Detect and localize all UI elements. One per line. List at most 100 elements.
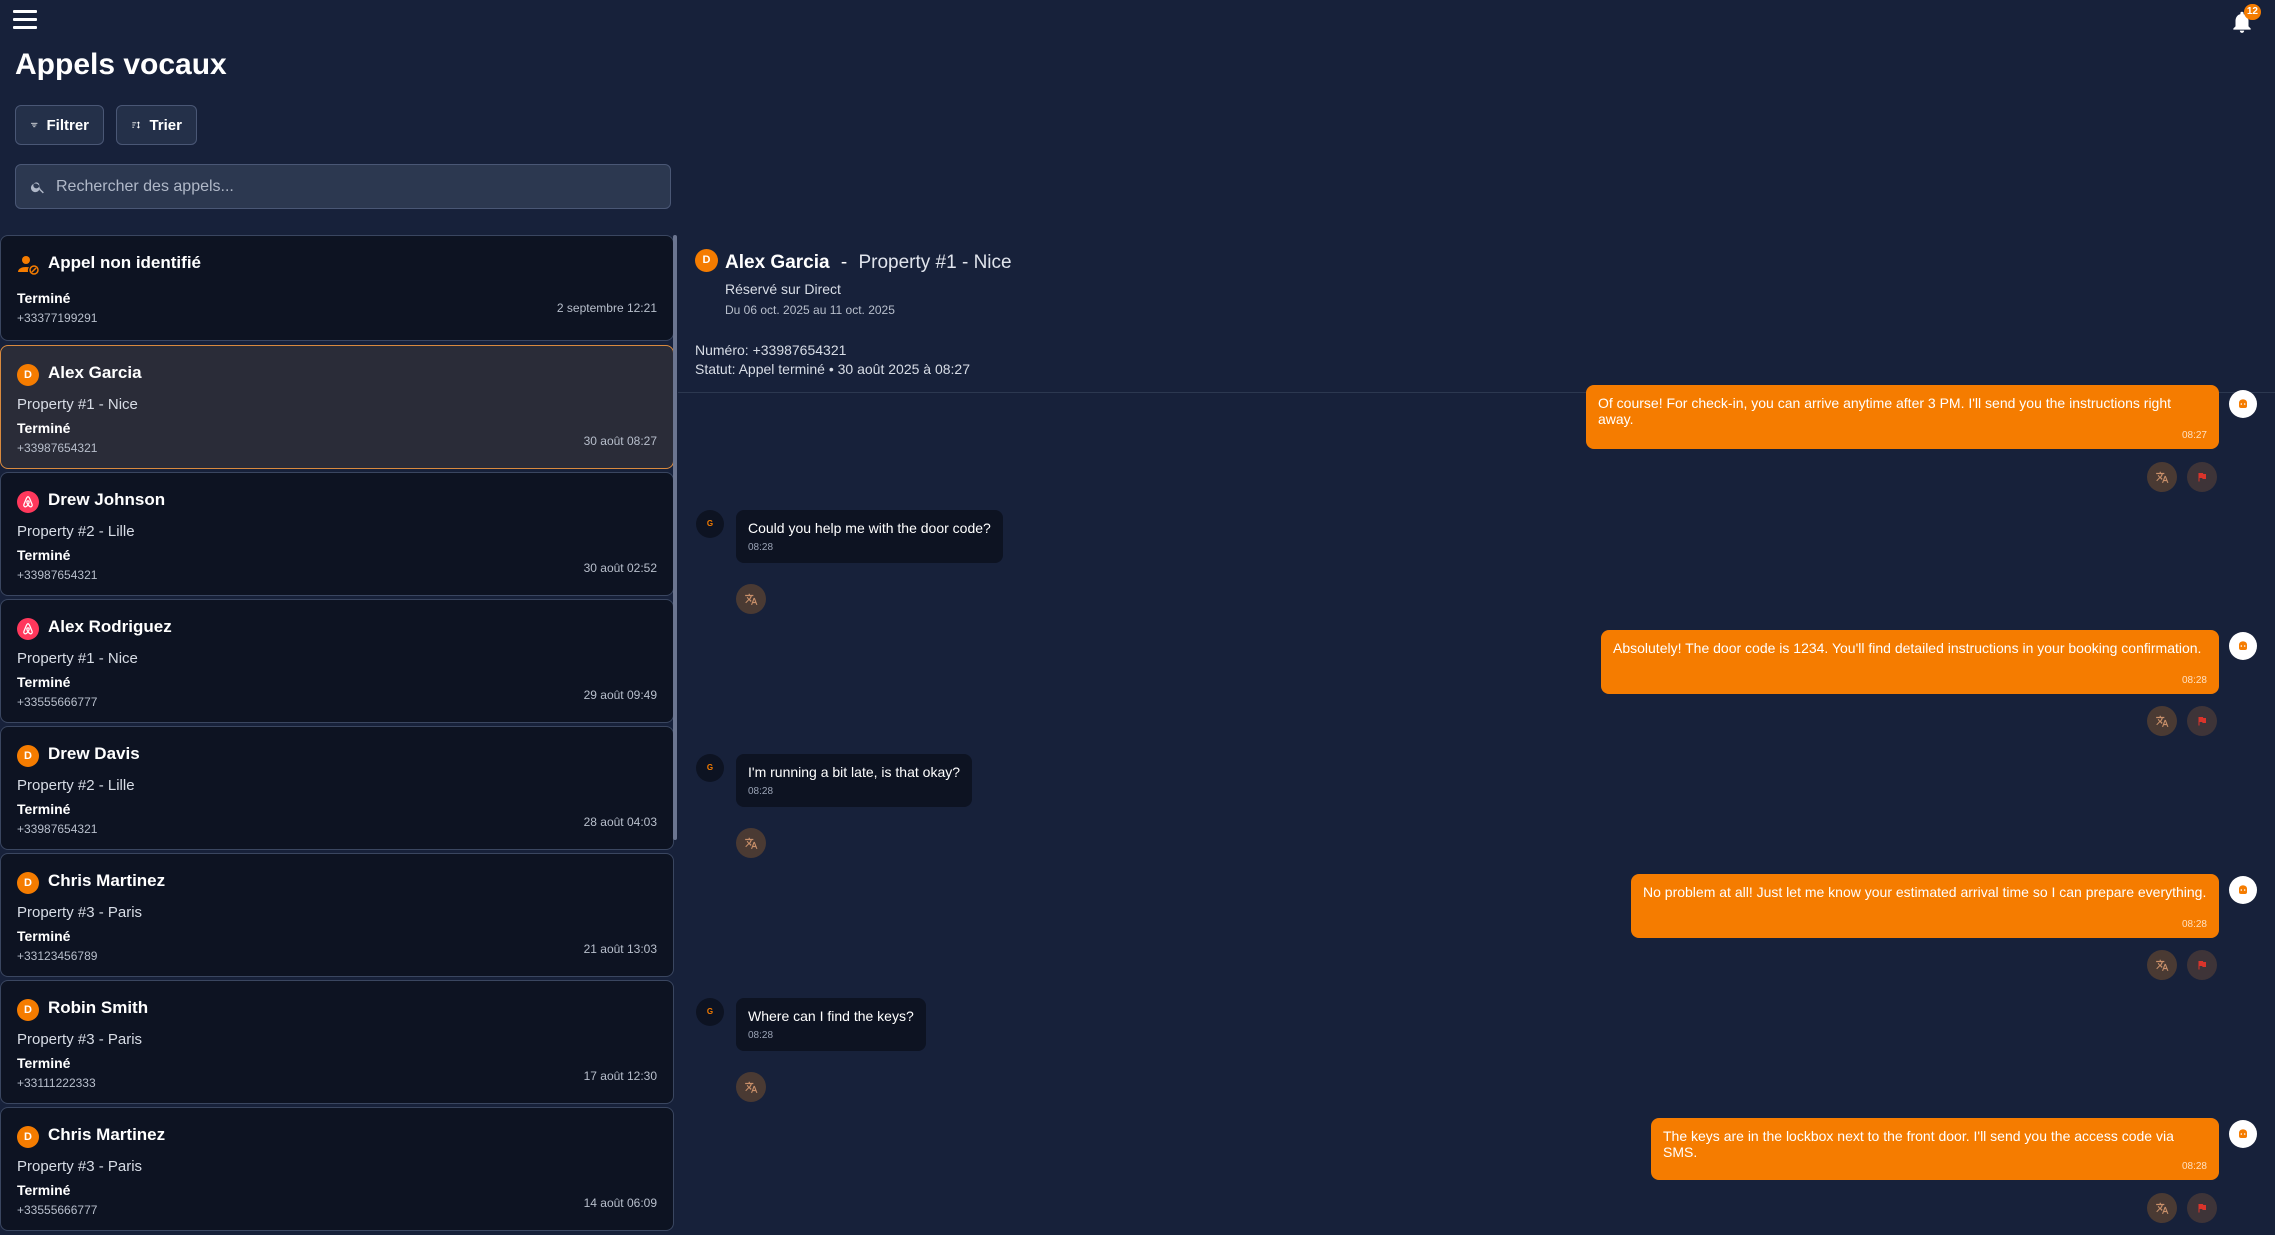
- direct-avatar: D: [17, 1126, 39, 1148]
- direct-avatar: D: [17, 999, 39, 1021]
- call-date: 2 septembre 12:21: [556, 301, 657, 315]
- bot-icon: [2229, 390, 2257, 418]
- direct-avatar: D: [17, 872, 39, 894]
- call-property: Property #3 - Paris: [17, 904, 143, 921]
- translate-icon: [745, 837, 758, 849]
- call-card[interactable]: Appel non identifié Terminé +33377199291…: [0, 235, 674, 341]
- call-card[interactable]: D Drew Davis Property #2 - Lille Terminé…: [0, 726, 674, 850]
- translate-button[interactable]: [736, 1072, 766, 1102]
- translate-button[interactable]: [2147, 706, 2177, 736]
- agent-message: Absolutely! The door code is 1234. You'l…: [1601, 630, 2219, 694]
- call-card[interactable]: D Alex Garcia Property #1 - Nice Terminé…: [0, 345, 674, 469]
- calls-list-scrollbar[interactable]: [673, 235, 677, 840]
- message-text: Of course! For check-in, you can arrive …: [1598, 395, 2172, 427]
- direct-avatar: D: [695, 249, 718, 272]
- flag-button[interactable]: [2187, 462, 2217, 492]
- agent-message: The keys are in the lockbox next to the …: [1651, 1118, 2219, 1180]
- guest-avatar: G: [696, 754, 724, 782]
- caller-name: Appel non identifié: [48, 253, 201, 272]
- call-status: Terminé: [17, 1182, 71, 1198]
- message-text: Where can I find the keys?: [748, 1008, 914, 1024]
- flag-button[interactable]: [2187, 1193, 2217, 1223]
- page-title: Appels vocaux: [15, 48, 227, 81]
- call-status: Terminé: [17, 420, 71, 436]
- flag-icon: [2198, 961, 2206, 970]
- guest-message: Could you help me with the door code? 08…: [736, 510, 1003, 563]
- translate-icon: [2156, 1202, 2169, 1214]
- caller-name: Alex Rodriguez: [48, 617, 172, 636]
- translate-icon: [2156, 959, 2169, 971]
- flag-button[interactable]: [2187, 950, 2217, 980]
- translate-button[interactable]: [2147, 462, 2177, 492]
- translate-button[interactable]: [2147, 950, 2177, 980]
- message-time: 08:27: [2181, 430, 2207, 441]
- call-status: Terminé: [17, 290, 71, 306]
- bot-icon: [2229, 1120, 2257, 1148]
- message-time: 08:28: [748, 786, 774, 797]
- menu-icon[interactable]: [13, 10, 37, 30]
- caller-phone: +33555666777: [17, 695, 98, 709]
- caller-phone: +33555666777: [17, 1203, 98, 1217]
- caller-phone: +33111222333: [17, 1076, 96, 1090]
- call-card[interactable]: D Chris Martinez Property #3 - Paris Ter…: [0, 853, 674, 977]
- detail-title: Alex Garcia - Property #1 - Nice: [725, 252, 1012, 274]
- notifications-button[interactable]: 12: [2229, 4, 2261, 35]
- translate-icon: [2156, 471, 2169, 483]
- call-status: Terminé: [17, 928, 71, 944]
- call-date: 14 août 06:09: [583, 1196, 657, 1210]
- call-card[interactable]: D Chris Martinez Property #3 - Paris Ter…: [0, 1107, 674, 1231]
- detail-status: Statut: Appel terminé • 30 août 2025 à 0…: [695, 361, 970, 377]
- search-input[interactable]: [56, 177, 636, 196]
- translate-button[interactable]: [736, 584, 766, 614]
- call-date: 30 août 08:27: [583, 434, 657, 448]
- message-text: Could you help me with the door code?: [748, 520, 991, 536]
- guest-message: Where can I find the keys? 08:28: [736, 998, 926, 1051]
- flag-icon: [2198, 473, 2206, 482]
- filter-button[interactable]: Filtrer: [15, 105, 104, 145]
- call-card[interactable]: D Robin Smith Property #3 - Paris Termin…: [0, 980, 674, 1104]
- detail-property: Property #1 - Nice: [858, 252, 1012, 273]
- translate-button[interactable]: [736, 828, 766, 858]
- call-status: Terminé: [17, 547, 71, 563]
- call-card[interactable]: Alex Rodriguez Property #1 - Nice Termin…: [0, 599, 674, 723]
- detail-booking-source: Réservé sur Direct: [725, 281, 841, 297]
- message-time: 08:28: [748, 542, 774, 553]
- call-date: 30 août 02:52: [583, 561, 657, 575]
- caller-name: Chris Martinez: [48, 871, 166, 890]
- message-text: The keys are in the lockbox next to the …: [1663, 1128, 2174, 1160]
- call-status: Terminé: [17, 1055, 71, 1071]
- call-date: 28 août 04:03: [583, 815, 657, 829]
- message-time: 08:28: [748, 1030, 774, 1041]
- call-date: 21 août 13:03: [583, 942, 657, 956]
- caller-name: Drew Davis: [48, 744, 140, 763]
- top-bar: 12: [0, 0, 2275, 40]
- sort-icon: [132, 121, 141, 129]
- flag-icon: [2198, 717, 2206, 726]
- translate-icon: [745, 1081, 758, 1093]
- airbnb-icon: [17, 618, 39, 640]
- bot-icon: [2229, 632, 2257, 660]
- call-card[interactable]: Drew Johnson Property #2 - Lille Terminé…: [0, 472, 674, 596]
- sort-label: Trier: [149, 116, 182, 134]
- flag-button[interactable]: [2187, 706, 2217, 736]
- direct-avatar: D: [17, 745, 39, 767]
- message-text: Absolutely! The door code is 1234. You'l…: [1613, 640, 2202, 656]
- sort-button[interactable]: Trier: [116, 105, 197, 145]
- translate-icon: [745, 593, 758, 605]
- notification-badge: 12: [2243, 4, 2261, 20]
- call-date: 17 août 12:30: [583, 1069, 657, 1083]
- caller-phone: +33987654321: [17, 441, 98, 455]
- call-property: Property #1 - Nice: [17, 650, 138, 667]
- caller-name: Chris Martinez: [48, 1125, 166, 1144]
- message-time: 08:28: [2181, 1161, 2207, 1172]
- message-time: 08:28: [2181, 675, 2207, 686]
- call-property: Property #3 - Paris: [17, 1031, 143, 1048]
- detail-guest-name: Alex Garcia: [725, 252, 830, 273]
- unknown-caller-icon: [18, 256, 39, 275]
- translate-button[interactable]: [2147, 1193, 2177, 1223]
- detail-number: Numéro: +33987654321: [695, 342, 847, 358]
- guest-avatar: G: [696, 998, 724, 1026]
- guest-message: I'm running a bit late, is that okay? 08…: [736, 754, 973, 807]
- detail-stay-dates: Du 06 oct. 2025 au 11 oct. 2025: [725, 303, 895, 317]
- caller-phone: +33987654321: [17, 822, 98, 836]
